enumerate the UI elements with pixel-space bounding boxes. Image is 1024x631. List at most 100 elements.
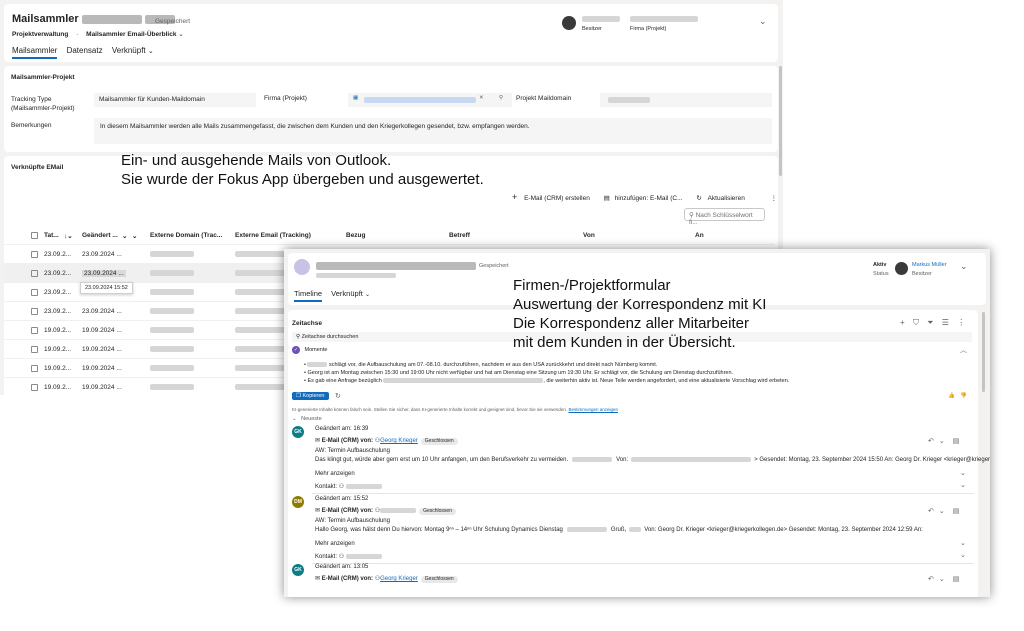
- chevron-down-icon[interactable]: ⌄: [365, 292, 370, 298]
- maildomain-field[interactable]: [600, 93, 772, 107]
- add-icon[interactable]: +: [900, 318, 905, 327]
- tab-verknuepft[interactable]: Verknüpft: [331, 289, 363, 298]
- list-icon[interactable]: ☰: [942, 318, 949, 327]
- owner-name[interactable]: Markus Müller: [912, 262, 947, 268]
- col-domain[interactable]: Externe Domain (Trac...: [150, 232, 222, 239]
- owner-avatar[interactable]: [562, 16, 576, 30]
- open-record-icon[interactable]: ▤: [953, 576, 960, 583]
- company-label: Firma (Projekt): [630, 26, 667, 32]
- row-checkbox[interactable]: [31, 327, 38, 334]
- add-existing-button[interactable]: hinzufügen: E-Mail (C...: [615, 195, 683, 202]
- owner-avatar[interactable]: [895, 262, 908, 275]
- entry-header: ✉ E-Mail (CRM) von: ⚇Georg Krieger Geschl…: [315, 575, 458, 583]
- row-checkbox[interactable]: [31, 365, 38, 372]
- col-von[interactable]: Von: [583, 232, 595, 239]
- search-icon[interactable]: ⚲: [499, 95, 503, 101]
- add-existing-icon[interactable]: ▤: [604, 195, 610, 202]
- chevron-down-icon[interactable]: ⌄: [960, 539, 966, 547]
- regenerate-icon[interactable]: ↻: [335, 392, 341, 400]
- chevron-up-icon[interactable]: ︿: [960, 345, 967, 355]
- bookmark-icon[interactable]: ⛉: [913, 318, 919, 327]
- tracking-field[interactable]: Mailsammler für Kunden-Maildomain: [94, 93, 256, 107]
- open-record-icon[interactable]: ▤: [953, 508, 960, 515]
- more-icon[interactable]: ⋮: [957, 318, 965, 327]
- tab-timeline[interactable]: Timeline: [294, 289, 323, 302]
- show-more-link[interactable]: Mehr anzeigen: [315, 541, 355, 547]
- entry-contact: Kontakt: ⚇: [315, 483, 383, 490]
- col-bezug[interactable]: Bezug: [346, 232, 366, 239]
- annotation-outlook: Ein- und ausgehende Mails von Outlook. S…: [121, 152, 484, 188]
- row-checkbox[interactable]: [31, 270, 38, 277]
- row-checkbox[interactable]: [31, 251, 38, 258]
- thumbs-up-icon[interactable]: 👍: [948, 393, 955, 399]
- contact-icon: ⚇: [338, 484, 345, 490]
- create-email-button[interactable]: E-Mail (CRM) erstellen: [524, 195, 590, 202]
- cell-geaendert: 19.09.2024 ...: [82, 384, 122, 391]
- more-icon[interactable]: ⋮: [771, 195, 778, 202]
- chevron-down-icon[interactable]: ⌄: [939, 576, 945, 583]
- cell-domain: [150, 270, 194, 276]
- chevron-down-icon[interactable]: ⌄: [960, 481, 966, 489]
- cell-domain: [150, 346, 194, 352]
- col-an[interactable]: An: [695, 232, 704, 239]
- add-icon[interactable]: +: [512, 192, 517, 202]
- entry-changed: Geändert am: 13:05: [315, 564, 369, 570]
- tab-verknuepft[interactable]: Verknüpft: [112, 46, 146, 55]
- timeline-scrollbar[interactable]: [982, 312, 985, 392]
- reply-icon[interactable]: ↶: [928, 508, 934, 515]
- col-geaendert[interactable]: Geändert ...: [82, 232, 118, 239]
- sender-avatar: DM: [292, 496, 304, 508]
- chevron-down-icon[interactable]: ⌄: [939, 508, 945, 515]
- cell-domain: [150, 327, 194, 333]
- chevron-down-icon[interactable]: ⌄: [148, 48, 154, 55]
- momente-summary: • schlägt vor, die Aufbauschulung am 07.…: [304, 362, 790, 384]
- open-record-icon[interactable]: ▤: [953, 438, 960, 445]
- momente-header[interactable]: ✓ Momente: [292, 346, 327, 354]
- chevron-down-icon[interactable]: ⌄: [939, 438, 945, 445]
- copy-button[interactable]: ❐ Kopieren: [292, 392, 329, 400]
- entry-actions: ↶ ⌄ ▤: [928, 437, 959, 445]
- saved-status: Gespeichert: [155, 18, 191, 25]
- thumbs-down-icon[interactable]: 👎: [960, 393, 967, 399]
- row-checkbox[interactable]: [31, 289, 38, 296]
- sender-link[interactable]: Georg Krieger: [380, 576, 418, 582]
- row-checkbox[interactable]: [31, 308, 38, 315]
- tab-mailsammler[interactable]: Mailsammler: [12, 46, 58, 59]
- row-checkbox[interactable]: [31, 346, 38, 353]
- neueste-group[interactable]: ⌄ Neueste: [292, 416, 322, 422]
- cell-tat: 19.09.2...: [44, 346, 72, 353]
- keyword-filter[interactable]: ⚲ Nach Schlüsselwort fi...: [684, 208, 765, 226]
- entry-subject: AW: Termin Aufbauschulung: [315, 448, 390, 454]
- reply-icon[interactable]: ↶: [928, 438, 934, 445]
- email-icon: ✉: [315, 508, 321, 514]
- chevron-down-icon[interactable]: ⌄: [178, 31, 183, 38]
- refresh-button[interactable]: Aktualisieren: [708, 195, 745, 202]
- ai-terms-link[interactable]: Bestimmungen anzeigen: [568, 407, 618, 412]
- form-selector[interactable]: Mailsammler Email-Überblick: [86, 31, 176, 38]
- tab-datensatz[interactable]: Datensatz: [67, 46, 103, 55]
- filter-icon[interactable]: ⏷: [927, 318, 933, 327]
- page-scrollbar[interactable]: [779, 66, 782, 176]
- refresh-icon[interactable]: ↻: [696, 195, 701, 202]
- chevron-down-icon[interactable]: ⌄: [960, 551, 966, 559]
- firma-lookup[interactable]: ▦ ✕ ⚲: [348, 93, 512, 107]
- reply-icon[interactable]: ↶: [928, 576, 934, 583]
- date-tooltip: 23.09.2024 15:52: [80, 282, 133, 294]
- bemerkungen-field[interactable]: In diesem Mailsammler werden alle Mails …: [94, 118, 772, 144]
- breadcrumb: Projektverwaltung · Mailsammler Email-Üb…: [12, 31, 184, 38]
- entry-contact: Kontakt: ⚇: [315, 553, 383, 560]
- annotation-ki: Firmen-/Projektformular Auswertung der K…: [513, 277, 767, 351]
- chevron-down-icon[interactable]: ⌄: [759, 16, 767, 27]
- col-tat[interactable]: Tat...: [44, 232, 59, 239]
- show-more-link[interactable]: Mehr anzeigen: [315, 471, 355, 477]
- record-title: Mailsammler: [12, 13, 79, 25]
- sender-link[interactable]: Georg Krieger: [380, 438, 418, 444]
- close-icon[interactable]: ✕: [479, 95, 484, 101]
- row-checkbox[interactable]: [31, 384, 38, 391]
- email-icon: ✉: [315, 576, 321, 582]
- col-email[interactable]: Externe Email (Tracking): [235, 232, 311, 239]
- chevron-down-icon[interactable]: ⌄: [960, 261, 968, 272]
- select-all-checkbox[interactable]: [31, 232, 38, 239]
- col-betreff[interactable]: Betreff: [449, 232, 470, 239]
- chevron-down-icon[interactable]: ⌄: [960, 469, 966, 477]
